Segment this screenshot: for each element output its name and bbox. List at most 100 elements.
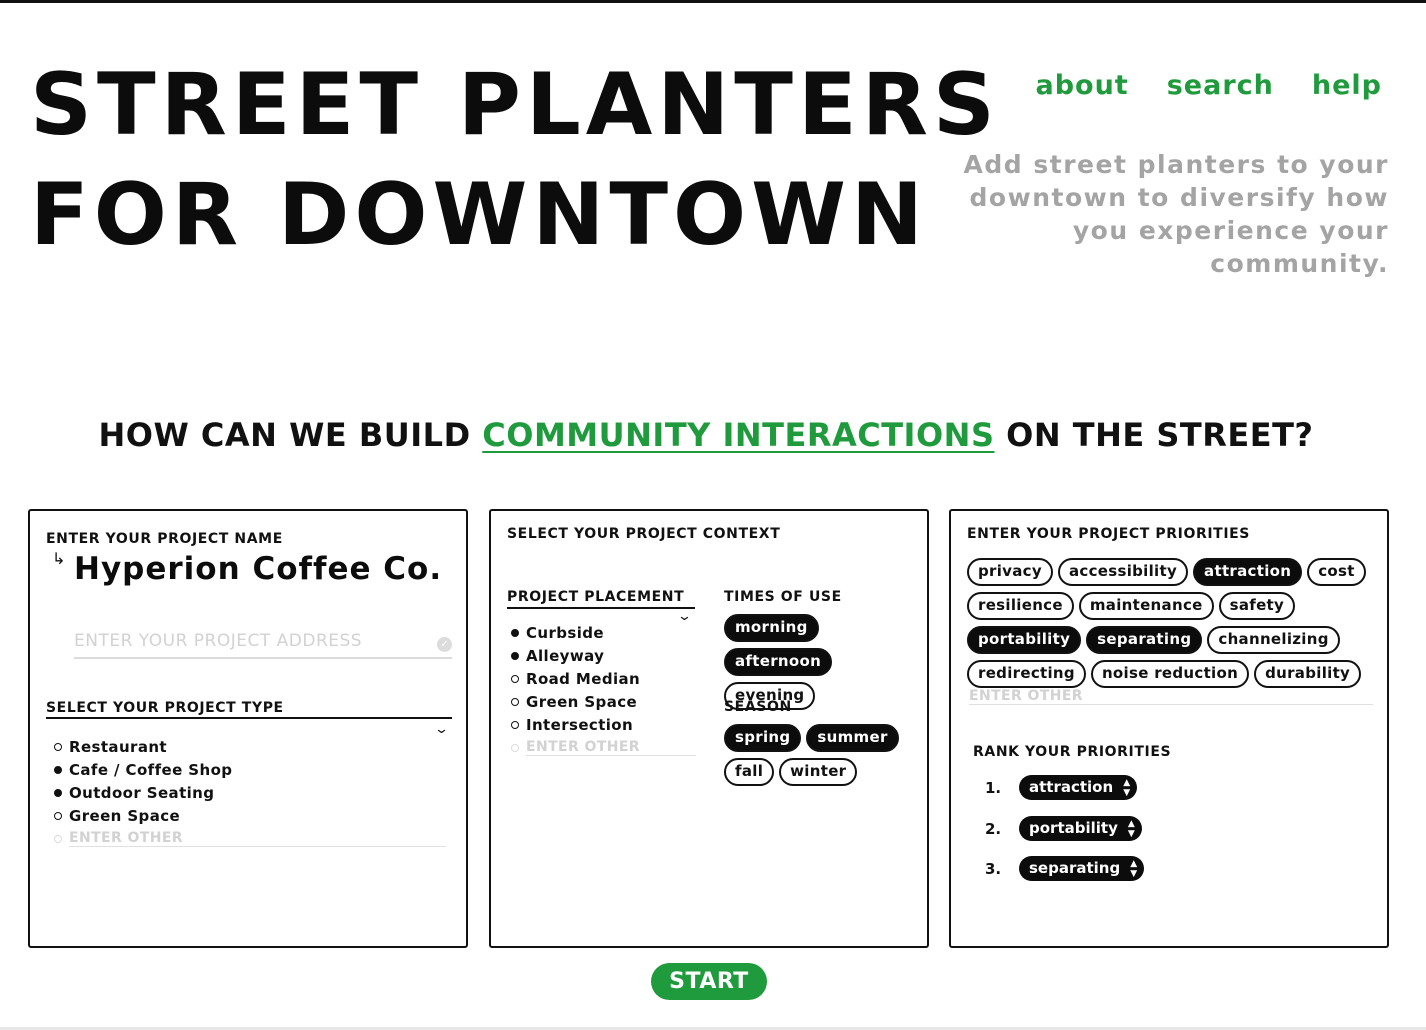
chip-morning[interactable]: morning <box>724 614 819 642</box>
project-priorities-panel: ENTER YOUR PROJECT PRIORITIES privacy ac… <box>949 509 1389 948</box>
priority-other-input[interactable] <box>969 688 1373 705</box>
radio-dot <box>511 651 519 660</box>
season-label: SEASON <box>724 699 792 715</box>
tagline: Add street planters to your downtown to … <box>963 150 1389 278</box>
top-rule <box>0 0 1426 3</box>
radio-dot <box>511 743 519 752</box>
title-line-1: STREET PLANTERS <box>30 55 1000 155</box>
times-of-use-chips: morning afternoon evening <box>724 614 924 710</box>
chip-separating[interactable]: separating <box>1086 626 1203 654</box>
project-type-option[interactable]: Green Space <box>54 804 446 827</box>
chip-maintenance[interactable]: maintenance <box>1078 592 1214 620</box>
rank-number: 1. <box>985 778 1002 797</box>
rank-row: 3. separating ▲ ▼ <box>985 856 1145 881</box>
placement-other-input[interactable] <box>526 739 696 756</box>
rank-select[interactable]: attraction ▲ ▼ <box>1019 775 1138 800</box>
rank-select-label: separating <box>1029 859 1121 877</box>
chip-portability[interactable]: portability <box>967 626 1082 654</box>
start-button[interactable]: START <box>651 963 767 1000</box>
rank-select[interactable]: separating ▲ ▼ <box>1019 856 1145 881</box>
chip-channelizing[interactable]: channelizing <box>1207 626 1340 654</box>
option-label: Cafe / Coffee Shop <box>69 760 233 779</box>
chip-noise-reduction[interactable]: noise reduction <box>1090 660 1250 688</box>
rank-select-label: attraction <box>1029 778 1114 796</box>
project-type-list: Restaurant Cafe / Coffee Shop Outdoor Se… <box>54 735 446 850</box>
up-down-arrows-icon: ▲ ▼ <box>1130 859 1138 879</box>
rank-number: 2. <box>985 819 1002 838</box>
address-input[interactable] <box>74 631 414 651</box>
radio-dot <box>54 788 62 797</box>
chip-redirecting[interactable]: redirecting <box>967 660 1086 688</box>
placement-dropdown-line <box>507 607 695 609</box>
chip-winter[interactable]: winter <box>779 758 858 786</box>
placement-option[interactable]: Road Median <box>511 667 696 690</box>
question-prefix: HOW CAN WE BUILD <box>98 416 483 454</box>
radio-dot <box>54 834 62 843</box>
project-type-option[interactable]: Cafe / Coffee Shop <box>54 758 446 781</box>
rank-row: 1. attraction ▲ ▼ <box>985 775 1138 800</box>
project-type-option[interactable]: Outdoor Seating <box>54 781 446 804</box>
radio-dot <box>511 628 519 637</box>
chip-safety[interactable]: safety <box>1218 592 1296 620</box>
priority-chips: privacy accessibility attraction cost re… <box>967 558 1377 688</box>
chip-summer[interactable]: summer <box>806 724 899 752</box>
address-field: ✓ <box>74 631 452 659</box>
priorities-label: ENTER YOUR PROJECT PRIORITIES <box>967 526 1250 542</box>
radio-dot <box>54 742 62 751</box>
radio-dot <box>54 811 62 820</box>
option-label: Curbside <box>526 623 605 642</box>
question-highlight-link[interactable]: COMMUNITY INTERACTIONS <box>482 416 994 454</box>
placement-option[interactable]: Green Space <box>511 690 696 713</box>
chip-spring[interactable]: spring <box>724 724 802 752</box>
chip-attraction[interactable]: attraction <box>1193 558 1303 586</box>
top-nav: about search help <box>1035 70 1382 101</box>
radio-dot <box>511 720 519 729</box>
placement-option[interactable]: Alleyway <box>511 644 696 667</box>
up-down-arrows-icon: ▲ ▼ <box>1127 819 1135 839</box>
chip-cost[interactable]: cost <box>1307 558 1366 586</box>
page-title: STREET PLANTERS FOR DOWNTOWN <box>30 50 1000 270</box>
placement-option[interactable]: Curbside <box>511 621 696 644</box>
chip-afternoon[interactable]: afternoon <box>724 648 833 676</box>
project-type-other-input[interactable] <box>69 830 446 847</box>
rank-row: 2. portability ▲ ▼ <box>985 816 1142 841</box>
rank-select[interactable]: portability ▲ ▼ <box>1019 816 1142 841</box>
rank-number: 3. <box>985 859 1002 878</box>
option-label: Restaurant <box>69 737 167 756</box>
times-of-use-label: TIMES OF USE <box>724 589 842 605</box>
radio-dot <box>511 697 519 706</box>
season-chips: spring summer fall winter <box>724 724 904 786</box>
placement-option[interactable]: Intersection <box>511 713 696 736</box>
project-type-label: SELECT YOUR PROJECT TYPE <box>46 700 284 716</box>
title-line-2: FOR DOWNTOWN <box>30 165 928 265</box>
nav-help-link[interactable]: help <box>1312 70 1382 101</box>
option-label: Road Median <box>526 669 641 688</box>
return-arrow-icon: ↳ <box>52 549 66 568</box>
nav-search-link[interactable]: search <box>1167 70 1274 101</box>
placement-other <box>511 736 696 759</box>
nav-about-link[interactable]: about <box>1035 70 1128 101</box>
project-type-dropdown-line <box>46 717 452 719</box>
chip-fall[interactable]: fall <box>724 758 775 786</box>
chip-privacy[interactable]: privacy <box>967 558 1053 586</box>
project-context-panel: SELECT YOUR PROJECT CONTEXT PROJECT PLAC… <box>489 509 929 948</box>
option-label: Alleyway <box>526 646 605 665</box>
check-circle-icon: ✓ <box>437 637 452 652</box>
question-suffix: ON THE STREET? <box>994 416 1314 454</box>
placement-label: PROJECT PLACEMENT <box>507 589 685 605</box>
project-type-option[interactable]: Restaurant <box>54 735 446 758</box>
chip-accessibility[interactable]: accessibility <box>1057 558 1189 586</box>
project-name-value[interactable]: Hyperion Coffee Co. <box>74 551 442 587</box>
chip-resilience[interactable]: resilience <box>967 592 1074 620</box>
project-type-other <box>54 827 446 850</box>
option-label: Outdoor Seating <box>69 783 215 802</box>
radio-dot <box>54 765 62 774</box>
option-label: Intersection <box>526 715 634 734</box>
chip-durability[interactable]: durability <box>1254 660 1362 688</box>
up-down-arrows-icon: ▲ ▼ <box>1123 778 1131 798</box>
project-context-label: SELECT YOUR PROJECT CONTEXT <box>507 526 781 542</box>
rank-priorities-label: RANK YOUR PRIORITIES <box>973 744 1172 760</box>
project-name-label: ENTER YOUR PROJECT NAME <box>46 531 283 547</box>
option-label: Green Space <box>69 806 181 825</box>
main-question: HOW CAN WE BUILD COMMUNITY INTERACTIONS … <box>0 416 1412 454</box>
